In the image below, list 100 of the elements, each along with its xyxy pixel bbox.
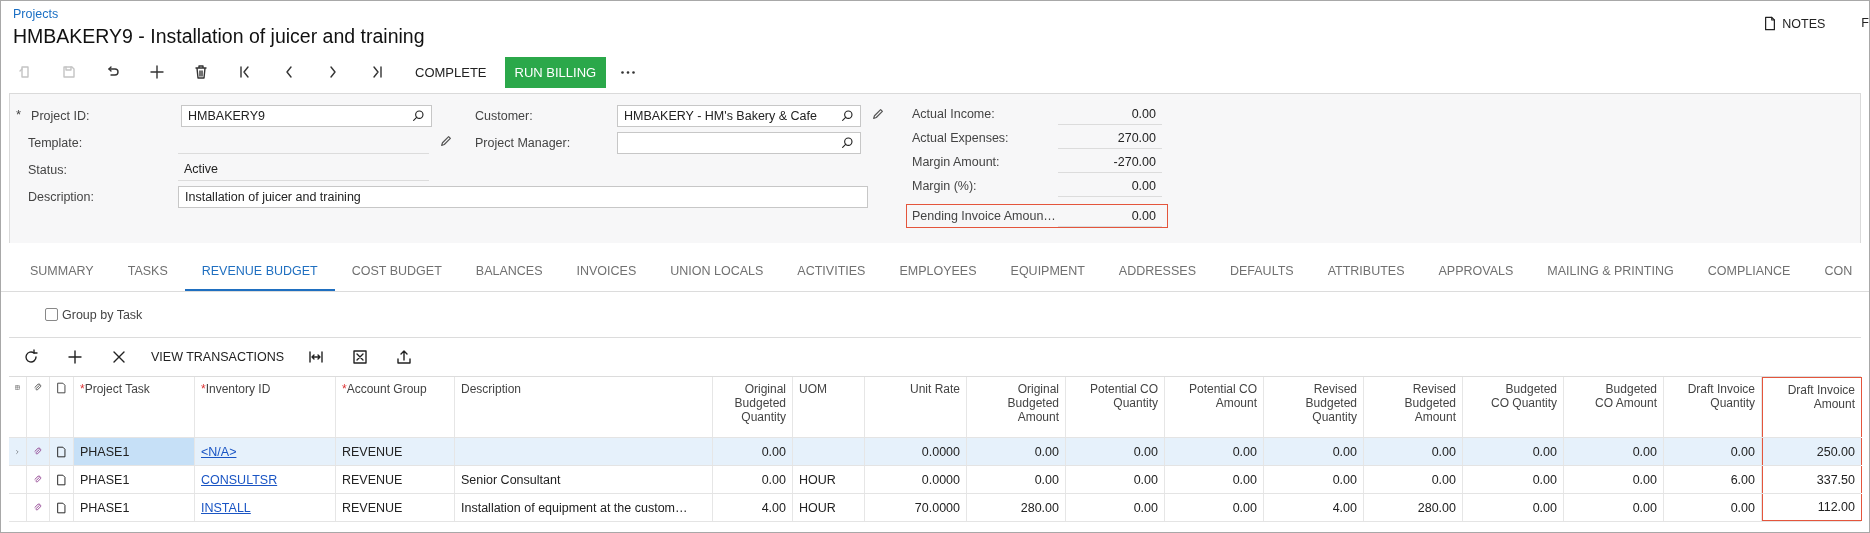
table-cell: HOUR	[799, 500, 836, 515]
column-header[interactable]: Revised Budgeted Quantity	[1305, 382, 1357, 424]
field-label: Template:	[27, 135, 84, 150]
lookup-field[interactable]	[617, 131, 861, 154]
paperclip-icon	[33, 473, 43, 486]
pencil-icon	[871, 107, 885, 121]
group-by-task-checkbox[interactable]: Group by Task	[45, 307, 143, 322]
note-icon	[56, 501, 67, 514]
column-header[interactable]: UOM	[799, 382, 827, 396]
table-cell: 0.00	[1332, 472, 1357, 487]
field-label: Pending Invoice Amoun…	[912, 209, 1057, 223]
tab[interactable]: ACTIVITIES	[780, 253, 883, 291]
search-icon	[841, 109, 854, 122]
column-header[interactable]: Unit Rate	[909, 382, 960, 396]
field-label: Status:	[27, 162, 68, 177]
field-label: Margin Amount:	[912, 155, 1001, 169]
table-cell: 0.00	[1133, 472, 1158, 487]
table-cell: 4.00	[761, 500, 786, 515]
amount-value: 270.00	[1058, 127, 1162, 149]
tab[interactable]: EMPLOYEES	[882, 253, 994, 291]
field-label: Actual Expenses:	[912, 131, 1010, 145]
column-header[interactable]: Revised Budgeted Amount	[1404, 382, 1456, 424]
column-header[interactable]: Inventory ID	[205, 382, 271, 396]
required-mark: *	[16, 107, 22, 122]
table-cell: 0.00	[761, 472, 786, 487]
required-mark: *	[201, 382, 206, 396]
tab[interactable]: COST BUDGET	[334, 253, 459, 291]
tab[interactable]: MAILING & PRINTING	[1530, 253, 1691, 291]
note-icon	[56, 445, 67, 458]
table-cell: 280.00	[1020, 500, 1059, 515]
amount-value: 0.00	[1058, 205, 1162, 227]
table-cell: 0.00	[1730, 444, 1755, 459]
tab[interactable]: ADDRESSES	[1101, 253, 1213, 291]
column-header[interactable]: Budgeted CO Quantity	[1490, 382, 1557, 410]
table-cell: 337.50	[1816, 472, 1855, 487]
table-cell: 0.00	[1034, 444, 1059, 459]
paperclip-icon	[33, 445, 43, 458]
column-header[interactable]: Original Budgeted Quantity	[734, 382, 786, 424]
table-cell: PHASE1	[80, 472, 130, 487]
upload-icon	[396, 349, 413, 365]
table-cell: REVENUE	[342, 472, 403, 487]
field-label: Project ID:	[31, 108, 91, 123]
field-label: Project Manager:	[474, 135, 572, 150]
notes-button[interactable]: NOTES	[1763, 16, 1826, 31]
status-value: Active	[178, 158, 429, 181]
table-cell: REVENUE	[342, 500, 403, 515]
document-icon	[1763, 16, 1778, 31]
table-cell: 0.00	[1532, 444, 1557, 459]
column-header[interactable]: Project Task	[84, 382, 150, 396]
field-label: Customer:	[474, 108, 534, 123]
tab[interactable]: APPROVALS	[1421, 253, 1531, 291]
search-icon	[412, 109, 426, 122]
tab[interactable]: CON	[1807, 253, 1869, 291]
lookup-field[interactable]: HMBAKERY - HM's Bakery & Cafe	[617, 104, 861, 127]
grid-select-icon	[15, 382, 20, 393]
amount-value: 0.00	[1058, 175, 1162, 197]
tab[interactable]: COMPLIANCE	[1690, 253, 1808, 291]
tab[interactable]: UNION LOCALS	[653, 253, 781, 291]
column-header[interactable]: Account Group	[346, 382, 427, 396]
required-mark: *	[342, 382, 347, 396]
close-icon	[111, 349, 127, 365]
table-cell: 0.0000	[921, 472, 960, 487]
complete-button[interactable]: COMPLETE	[405, 56, 497, 88]
amount-value: -270.00	[1058, 151, 1162, 173]
tab[interactable]: EQUIPMENT	[993, 253, 1102, 291]
table-cell: 0.00	[1730, 500, 1755, 515]
column-header[interactable]: Original Budgeted Amount	[1007, 382, 1059, 424]
breadcrumb-link[interactable]: Projects	[13, 7, 59, 21]
table-cell: 0.0000	[921, 444, 960, 459]
table-cell: 0.00	[1133, 444, 1158, 459]
view-transactions-button[interactable]: VIEW TRANSACTIONS	[141, 342, 295, 372]
tab[interactable]: DEFAULTS	[1212, 253, 1311, 291]
table-cell: 0.00	[1133, 500, 1158, 515]
table-cell: Installation of equipment at the custom…	[461, 500, 688, 515]
tab[interactable]: INVOICES	[559, 253, 654, 291]
lookup-field[interactable]: HMBAKERY9	[181, 104, 433, 127]
inventory-link[interactable]: CONSULTSR	[201, 472, 278, 487]
column-header[interactable]: Draft Invoice Quantity	[1687, 382, 1755, 410]
table-cell: 0.00	[1232, 472, 1257, 487]
table-cell: REVENUE	[342, 444, 403, 459]
column-header[interactable]: Potential CO Amount	[1188, 382, 1257, 410]
note-icon	[56, 473, 67, 486]
tab[interactable]: SUMMARY	[13, 253, 111, 291]
table-cell: 250.00	[1816, 444, 1855, 459]
column-header[interactable]: Description	[461, 382, 522, 396]
inventory-link[interactable]: <N/A>	[201, 444, 237, 459]
menu-button[interactable]: F	[1861, 16, 1869, 30]
column-header[interactable]: Potential CO Quantity	[1089, 382, 1158, 410]
tab[interactable]: TASKS	[110, 253, 185, 291]
tab[interactable]: ATTRIBUTES	[1310, 253, 1422, 291]
add-icon	[149, 64, 165, 80]
column-header[interactable]: Budgeted CO Amount	[1594, 382, 1657, 410]
search-icon	[841, 136, 854, 149]
fit-width-icon	[308, 349, 325, 365]
text-field[interactable]: Installation of juicer and training	[178, 185, 868, 208]
tab[interactable]: BALANCES	[458, 253, 560, 291]
field-label: Description:	[27, 189, 95, 204]
inventory-link[interactable]: INSTALL	[201, 500, 251, 515]
table-cell: 6.00	[1730, 472, 1755, 487]
tab[interactable]: REVENUE BUDGET	[184, 253, 335, 291]
